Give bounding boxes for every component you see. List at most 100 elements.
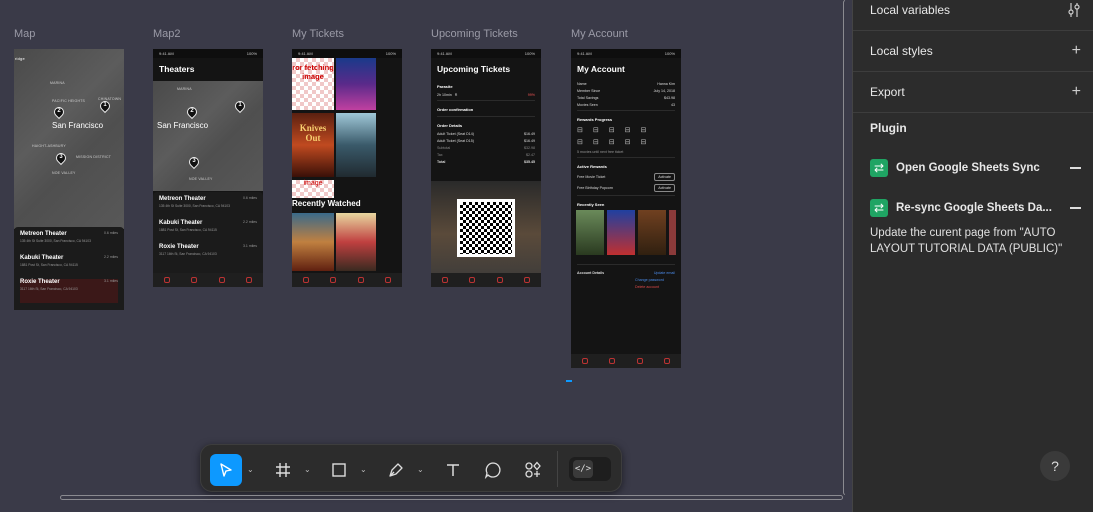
export-label: Export xyxy=(870,85,905,99)
movie-poster[interactable] xyxy=(336,213,376,271)
local-styles-row[interactable]: Local styles + xyxy=(870,43,1081,59)
map-pin[interactable]: 2 xyxy=(51,104,67,120)
map-image xyxy=(153,81,263,191)
local-variables-row[interactable]: Local variables xyxy=(870,2,1081,18)
qr-code[interactable] xyxy=(457,199,515,257)
theater-item[interactable]: 3.1 miles Roxie Theater 3117 16th St, San … xyxy=(159,244,257,268)
map-pin[interactable]: 1 xyxy=(97,98,113,114)
order-details-title: Order Details xyxy=(437,123,463,128)
rectangle-tool-icon[interactable] xyxy=(323,454,355,486)
tab-icon[interactable] xyxy=(330,277,337,283)
frame-my-account[interactable]: 9:41 AM 100% My Account Name Hanna Kim Mem… xyxy=(571,49,681,368)
tab-icon[interactable] xyxy=(357,277,364,283)
active-reward: Free Movie Ticket Activate xyxy=(571,171,681,182)
chevron-down-icon[interactable]: ⌄ xyxy=(247,465,254,474)
chevron-down-icon[interactable]: ⌄ xyxy=(417,465,424,474)
plus-icon[interactable]: + xyxy=(1072,43,1081,59)
map-pin[interactable]: 3 xyxy=(186,154,202,170)
chevron-down-icon[interactable]: ⌄ xyxy=(304,465,311,474)
frame-label-upcoming-tickets[interactable]: Upcoming Tickets xyxy=(431,28,518,40)
screen-title: Theaters xyxy=(159,64,195,74)
district-label: NOE VALLEY xyxy=(52,171,76,175)
code-icon: </> xyxy=(573,460,593,478)
chevron-down-icon[interactable]: ⌄ xyxy=(360,465,367,474)
right-panel: Local variables Local styles + Export + … xyxy=(852,0,1093,512)
frame-label-my-tickets[interactable]: My Tickets xyxy=(292,28,344,40)
tab-icon[interactable] xyxy=(581,358,588,364)
account-row: Member Since July 14, 2018 xyxy=(577,88,675,93)
plugin-item-resync-sheets[interactable]: ⇄ Re-sync Google Sheets Da... xyxy=(870,199,1081,217)
movie-poster[interactable] xyxy=(576,210,604,255)
update-email-link[interactable]: Update email xyxy=(654,271,675,275)
selection-handle[interactable] xyxy=(566,380,572,382)
tab-icon[interactable] xyxy=(441,277,448,283)
theater-item[interactable]: 0.6 miles Metreon Theater 135 4th St Suite… xyxy=(159,196,257,220)
active-rewards-title: Active Rewards xyxy=(577,164,607,169)
vertical-scrollbar[interactable] xyxy=(843,0,845,495)
delete-account-link[interactable]: Delete account xyxy=(635,285,675,289)
movie-poster[interactable] xyxy=(336,113,376,177)
broken-image-placeholder: image xyxy=(292,180,334,198)
comment-tool-icon[interactable] xyxy=(477,454,509,486)
tab-icon[interactable] xyxy=(496,277,503,283)
movie-poster[interactable] xyxy=(292,213,334,271)
frame-label-map2[interactable]: Map2 xyxy=(153,28,181,40)
frame-label-map[interactable]: Map xyxy=(14,28,35,40)
activate-button[interactable]: Activate xyxy=(654,172,675,181)
tab-icon[interactable] xyxy=(163,277,170,283)
order-line: Tax $2.47 xyxy=(437,152,535,157)
status-bar: 9:41 AM 100% xyxy=(571,49,681,58)
order-line: Adult Ticket (Seat D15) $16.49 xyxy=(437,138,535,143)
frame-label-my-account[interactable]: My Account xyxy=(571,28,628,40)
plugin-label: Re-sync Google Sheets Da... xyxy=(896,202,1052,214)
map-pin[interactable]: 2 xyxy=(184,104,200,120)
help-button[interactable]: ? xyxy=(1040,451,1070,481)
plugin-section-title: Plugin xyxy=(870,121,907,135)
plus-icon[interactable]: + xyxy=(1072,84,1081,100)
tab-icon[interactable] xyxy=(246,277,253,283)
map-pin[interactable]: 3 xyxy=(53,150,69,166)
tab-icon[interactable] xyxy=(191,277,198,283)
frame-tool-icon[interactable] xyxy=(267,454,299,486)
design-canvas[interactable]: Map Map2 My Tickets Upcoming Tickets My … xyxy=(0,0,845,512)
movie-poster[interactable] xyxy=(637,210,666,255)
district-label: HAIGHT-ASHBURY xyxy=(32,144,66,148)
export-row[interactable]: Export + xyxy=(870,84,1081,100)
sliders-icon[interactable] xyxy=(1067,2,1081,18)
text-tool-icon[interactable] xyxy=(437,454,469,486)
tab-icon[interactable] xyxy=(609,358,616,364)
plugin-item-open-sheets-sync[interactable]: ⇄ Open Google Sheets Sync xyxy=(870,159,1081,177)
theater-item[interactable]: 2.2 miles Kabuki Theater 1881 Post St, San… xyxy=(159,220,257,244)
minus-icon[interactable] xyxy=(1070,167,1081,169)
frame-map2[interactable]: 9:41 AM 100% Theaters MARINA San Francisc… xyxy=(153,49,263,287)
theater-item[interactable]: 3.1 miles Roxie Theater 3117 16th St, San … xyxy=(20,279,118,303)
tab-icon[interactable] xyxy=(385,277,392,283)
tab-icon[interactable] xyxy=(664,358,671,364)
pen-tool-icon[interactable] xyxy=(380,454,412,486)
tab-icon[interactable] xyxy=(302,277,309,283)
activate-button[interactable]: Activate xyxy=(654,183,675,192)
order-line: Subtotal $32.98 xyxy=(437,145,535,150)
frame-upcoming-tickets[interactable]: 9:41 AM 100% Upcoming Tickets Parasite 2h… xyxy=(431,49,541,287)
tab-icon[interactable] xyxy=(636,358,643,364)
dev-mode-toggle[interactable]: </> xyxy=(569,457,611,481)
tab-icon[interactable] xyxy=(218,277,225,283)
frame-my-tickets[interactable]: 9:41 AM 100% ror fetching image Knives Ou… xyxy=(292,49,402,287)
theater-item[interactable]: 0.6 miles Metreon Theater 135 4th St Suite… xyxy=(20,231,118,255)
horizontal-scrollbar[interactable] xyxy=(60,495,843,500)
minus-icon[interactable] xyxy=(1070,207,1081,209)
movie-poster[interactable]: Knives Out xyxy=(292,113,334,177)
screen-title: Upcoming Tickets xyxy=(437,64,511,74)
frame-map[interactable]: ridge MARINA PACIFIC HEIGHTS CHINATOWN H… xyxy=(14,49,124,310)
tab-icon[interactable] xyxy=(469,277,476,283)
actions-tool-icon[interactable] xyxy=(517,454,549,486)
theater-item[interactable]: 2.2 miles Kabuki Theater 1881 Post St, San… xyxy=(20,255,118,279)
map-pin[interactable]: 1 xyxy=(232,98,248,114)
tab-icon[interactable] xyxy=(524,277,531,283)
change-password-link[interactable]: Change password xyxy=(635,278,675,282)
movie-poster[interactable] xyxy=(336,58,376,110)
movie-poster[interactable] xyxy=(606,210,635,255)
move-tool-icon[interactable] xyxy=(210,454,242,486)
runtime: 2h 10min xyxy=(437,92,452,97)
movie-poster[interactable] xyxy=(668,210,676,255)
